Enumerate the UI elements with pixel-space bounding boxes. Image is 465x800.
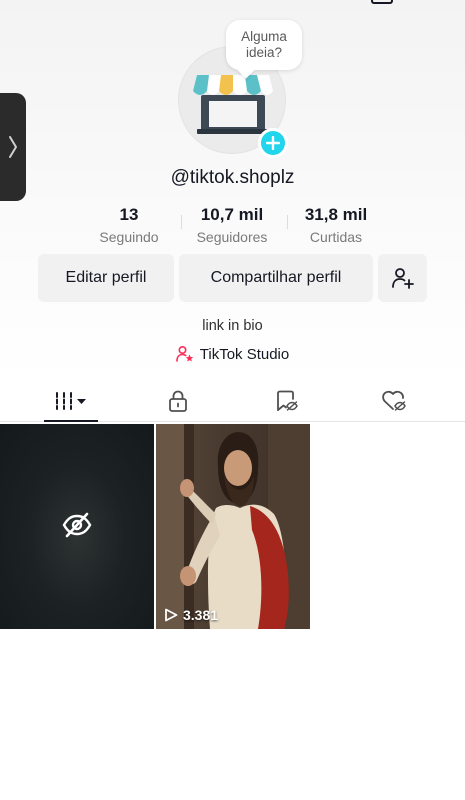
stat-likes-label: Curtidas — [309, 229, 363, 245]
tiktok-studio-link[interactable]: TikTok Studio — [0, 345, 465, 363]
heart-hidden-icon — [382, 390, 406, 411]
bubble-line-1: Alguma — [241, 29, 287, 44]
video-tile[interactable]: 3.381 — [156, 424, 310, 629]
lock-icon — [169, 390, 187, 412]
idea-speech-bubble[interactable]: Alguma ideia? — [226, 20, 302, 70]
grid-bars-icon — [56, 392, 86, 410]
edit-profile-button[interactable]: Editar perfil — [38, 254, 174, 302]
bookmark-hidden-icon — [277, 390, 298, 411]
active-tab-indicator — [44, 420, 98, 422]
menu-icon[interactable] — [371, 0, 393, 4]
share-profile-button[interactable]: Compartilhar perfil — [179, 254, 373, 302]
tab-liked[interactable] — [364, 380, 424, 422]
person-star-icon — [175, 345, 193, 362]
profile-username: @tiktok.shoplz — [170, 167, 295, 188]
video-views: 3.381 — [164, 607, 218, 623]
add-avatar-button[interactable] — [258, 128, 288, 158]
video-tile-hidden[interactable] — [0, 424, 154, 629]
stat-followers-label: Seguidores — [196, 229, 268, 245]
tab-private[interactable] — [148, 380, 208, 422]
stat-divider — [287, 215, 288, 229]
bubble-line-2: ideia? — [245, 45, 283, 60]
play-outline-icon — [165, 608, 178, 622]
chevron-down-icon — [77, 399, 86, 404]
stat-following[interactable]: 13 Seguindo — [88, 205, 170, 245]
tab-videos[interactable] — [44, 380, 98, 422]
video-thumbnail — [156, 424, 310, 629]
stat-likes[interactable]: 31,8 mil Curtidas — [292, 205, 380, 245]
shop-storefront-icon — [193, 75, 273, 134]
stat-divider — [181, 215, 182, 229]
studio-label: TikTok Studio — [199, 345, 290, 363]
tab-reposts[interactable] — [256, 380, 316, 422]
stat-following-value: 13 — [119, 205, 139, 224]
video-views-count: 3.381 — [183, 607, 219, 623]
eye-off-icon — [62, 512, 92, 538]
profile-bio: link in bio — [202, 318, 263, 334]
stat-followers-value: 10,7 mil — [200, 205, 264, 224]
stat-likes-value: 31,8 mil — [304, 205, 368, 224]
stat-followers[interactable]: 10,7 mil Seguidores — [186, 205, 278, 245]
person-add-icon — [391, 268, 414, 289]
profile-tabs — [0, 380, 465, 422]
plus-icon — [266, 136, 280, 150]
stat-following-label: Seguindo — [99, 229, 159, 245]
add-friend-button[interactable] — [378, 254, 427, 302]
chevron-right-icon — [9, 136, 17, 158]
